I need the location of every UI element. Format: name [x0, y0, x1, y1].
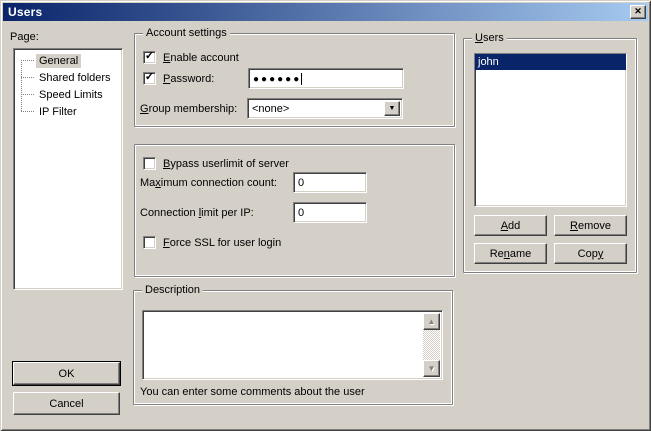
force-ssl-row: ✓ Force SSL for user login [143, 236, 281, 249]
bypass-userlimit-label[interactable]: Bypass userlimit of server [163, 158, 289, 170]
tree-item-ip-filter[interactable]: IP Filter [14, 103, 122, 120]
group-membership-select[interactable]: <none> ▼ [247, 98, 403, 119]
add-user-button[interactable]: Add [474, 215, 547, 236]
ok-button[interactable]: OK [13, 362, 120, 385]
description-hint: You can enter some comments about the us… [140, 386, 365, 398]
connection-limit-ip-label: Connection limit per IP: [140, 207, 254, 219]
checkmark-icon: ✓ [145, 72, 154, 83]
scroll-up-button[interactable]: ▲ [423, 313, 440, 330]
connection-limit-ip-input[interactable]: 0 [293, 202, 367, 223]
enable-account-label[interactable]: Enable account [163, 52, 239, 64]
cancel-button[interactable]: Cancel [13, 392, 120, 415]
users-list[interactable]: john [474, 53, 627, 207]
max-connection-value: 0 [298, 177, 304, 189]
password-label[interactable]: Password: [163, 73, 214, 85]
user-list-item-john[interactable]: john [475, 54, 626, 70]
tree-item-speed-limits[interactable]: Speed Limits [14, 86, 122, 103]
bypass-userlimit-checkbox[interactable]: ✓ [143, 157, 156, 170]
scroll-down-icon: ▼ [428, 365, 436, 373]
enable-account-row: ✓ Enable account [143, 51, 239, 64]
password-row: ✓ Password: [143, 72, 214, 85]
remove-user-button[interactable]: Remove [554, 215, 627, 236]
tree-item-general[interactable]: General [14, 52, 122, 69]
users-group-title: Users [472, 32, 507, 45]
password-value: ●●●●●● [253, 74, 301, 85]
force-ssl-checkbox[interactable]: ✓ [143, 236, 156, 249]
force-ssl-label[interactable]: Force SSL for user login [163, 237, 281, 249]
rename-user-button[interactable]: Rename [474, 243, 547, 264]
page-tree[interactable]: General Shared folders Speed Limits IP F… [13, 48, 123, 290]
group-membership-value: <none> [252, 103, 289, 115]
close-button[interactable]: ✕ [630, 5, 646, 19]
group-membership-label: Group membership: [140, 103, 237, 115]
checkmark-icon: ✓ [145, 51, 154, 62]
account-settings-title: Account settings [143, 27, 230, 40]
password-checkbox[interactable]: ✓ [143, 72, 156, 85]
scroll-down-button[interactable]: ▼ [423, 360, 440, 377]
scrollbar-track[interactable] [423, 330, 440, 360]
tree-item-shared-folders[interactable]: Shared folders [14, 69, 122, 86]
close-icon: ✕ [634, 7, 642, 16]
text-caret [301, 73, 302, 85]
scroll-up-icon: ▲ [428, 318, 436, 326]
password-input[interactable]: ●●●●●● [248, 68, 404, 89]
page-label: Page: [10, 31, 39, 43]
chevron-down-icon: ▼ [389, 105, 396, 112]
users-dialog: Users ✕ Page: General Shared folders Spe… [0, 0, 651, 431]
dropdown-button[interactable]: ▼ [384, 101, 400, 116]
copy-user-button[interactable]: Copy [554, 243, 627, 264]
max-connection-label: Maximum connection count: [140, 177, 277, 189]
titlebar[interactable]: Users [3, 3, 648, 21]
max-connection-input[interactable]: 0 [293, 172, 367, 193]
description-scrollbar[interactable]: ▲ ▼ [423, 313, 440, 377]
enable-account-checkbox[interactable]: ✓ [143, 51, 156, 64]
window-title: Users [8, 5, 42, 19]
description-textarea[interactable]: ▲ ▼ [142, 310, 443, 380]
description-title: Description [142, 284, 203, 297]
connection-limit-ip-value: 0 [298, 207, 304, 219]
bypass-userlimit-row: ✓ Bypass userlimit of server [143, 157, 289, 170]
